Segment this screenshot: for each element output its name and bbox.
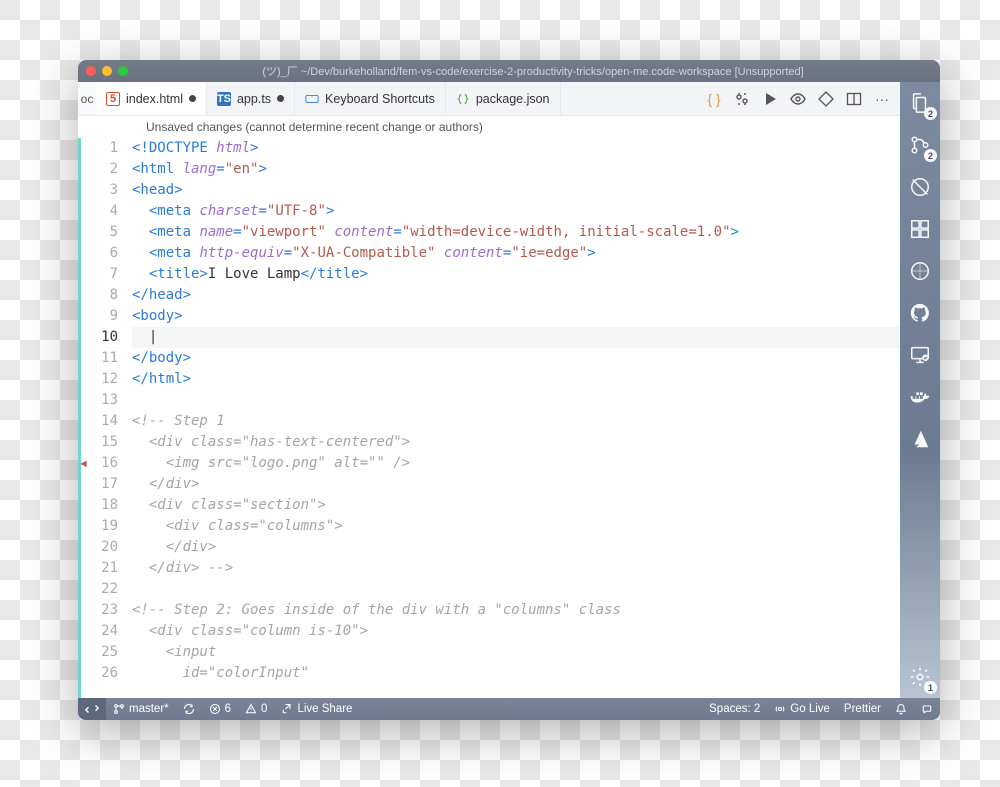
tab-label: app.ts [237, 92, 271, 106]
vscode-window: (ツ)_厂 ~/Dev/burkeholland/fem-vs-code/exe… [78, 60, 940, 720]
typescript-icon: TS [217, 92, 231, 106]
close-window[interactable] [86, 66, 96, 76]
settings-gear-icon[interactable]: 1 [907, 664, 933, 690]
tab-package-json[interactable]: package.json [446, 82, 561, 115]
remote-explorer-icon[interactable] [907, 342, 933, 368]
tab-label: package.json [476, 92, 550, 106]
extensions-icon[interactable] [907, 216, 933, 242]
line-gutter: 1234567891011121314151617181920212223242… [78, 138, 132, 698]
compare-icon[interactable] [734, 91, 750, 107]
tab-app-ts[interactable]: TS app.ts [207, 82, 295, 115]
braces-icon[interactable]: { } [706, 91, 722, 107]
tab-bar: oc 5 index.html TS app.ts Keyboard Shor [78, 82, 900, 116]
tab-label: Keyboard Shortcuts [325, 92, 435, 106]
split-editor-icon[interactable] [846, 91, 862, 107]
window-controls [86, 66, 128, 76]
go-live[interactable]: Go Live [767, 698, 837, 720]
settings-badge: 1 [924, 681, 937, 694]
diff-icon[interactable] [818, 91, 834, 107]
editor-actions: { } ··· [696, 82, 900, 115]
dirty-indicator [277, 95, 284, 102]
keyboard-icon [305, 92, 319, 106]
more-actions-icon[interactable]: ··· [874, 91, 890, 107]
problems-warnings[interactable]: 0 [238, 698, 274, 720]
editor-group: oc 5 index.html TS app.ts Keyboard Shor [78, 82, 900, 698]
source-control-icon[interactable]: 2 [907, 132, 933, 158]
titlebar[interactable]: (ツ)_厂 ~/Dev/burkeholland/fem-vs-code/exe… [78, 60, 940, 82]
minimize-window[interactable] [102, 66, 112, 76]
feedback-icon[interactable] [914, 698, 940, 720]
notifications-bell-icon[interactable] [888, 698, 914, 720]
gutter-marker: ◄ [78, 458, 89, 470]
prettier[interactable]: Prettier [837, 698, 888, 720]
json-icon [456, 92, 470, 106]
window-title: (ツ)_厂 ~/Dev/burkeholland/fem-vs-code/exe… [134, 63, 932, 79]
files-icon[interactable]: 2 [907, 90, 933, 116]
no-symbol-icon[interactable] [907, 258, 933, 284]
indentation[interactable]: Spaces: 2 [702, 698, 767, 720]
tab-keyboard-shortcuts[interactable]: Keyboard Shortcuts [295, 82, 446, 115]
tab-overflow-left[interactable]: oc [78, 82, 96, 115]
code-content[interactable]: <!DOCTYPE html><html lang="en"><head> <m… [132, 138, 900, 698]
activity-bar: 2 2 [900, 82, 940, 698]
git-branch[interactable]: master* [106, 698, 176, 720]
dirty-indicator [189, 95, 196, 102]
scm-badge: 2 [924, 149, 937, 162]
debug-icon[interactable] [907, 174, 933, 200]
scm-info-bar: Unsaved changes (cannot determine recent… [78, 116, 900, 138]
preview-icon[interactable] [790, 91, 806, 107]
tab-label: index.html [126, 92, 183, 106]
azure-icon[interactable] [907, 426, 933, 452]
docker-icon[interactable] [907, 384, 933, 410]
run-icon[interactable] [762, 91, 778, 107]
remote-indicator[interactable] [78, 698, 106, 720]
status-bar: master* 6 0 Live Share Spaces: 2 Go Live… [78, 698, 940, 720]
files-badge: 2 [924, 107, 937, 120]
code-editor[interactable]: 1234567891011121314151617181920212223242… [78, 138, 900, 698]
problems-errors[interactable]: 6 [202, 698, 238, 720]
workbench: oc 5 index.html TS app.ts Keyboard Shor [78, 82, 940, 698]
tab-index-html[interactable]: 5 index.html [96, 82, 207, 115]
live-share[interactable]: Live Share [274, 698, 359, 720]
html5-icon: 5 [106, 92, 120, 106]
github-icon[interactable] [907, 300, 933, 326]
maximize-window[interactable] [118, 66, 128, 76]
sync-button[interactable] [176, 698, 202, 720]
